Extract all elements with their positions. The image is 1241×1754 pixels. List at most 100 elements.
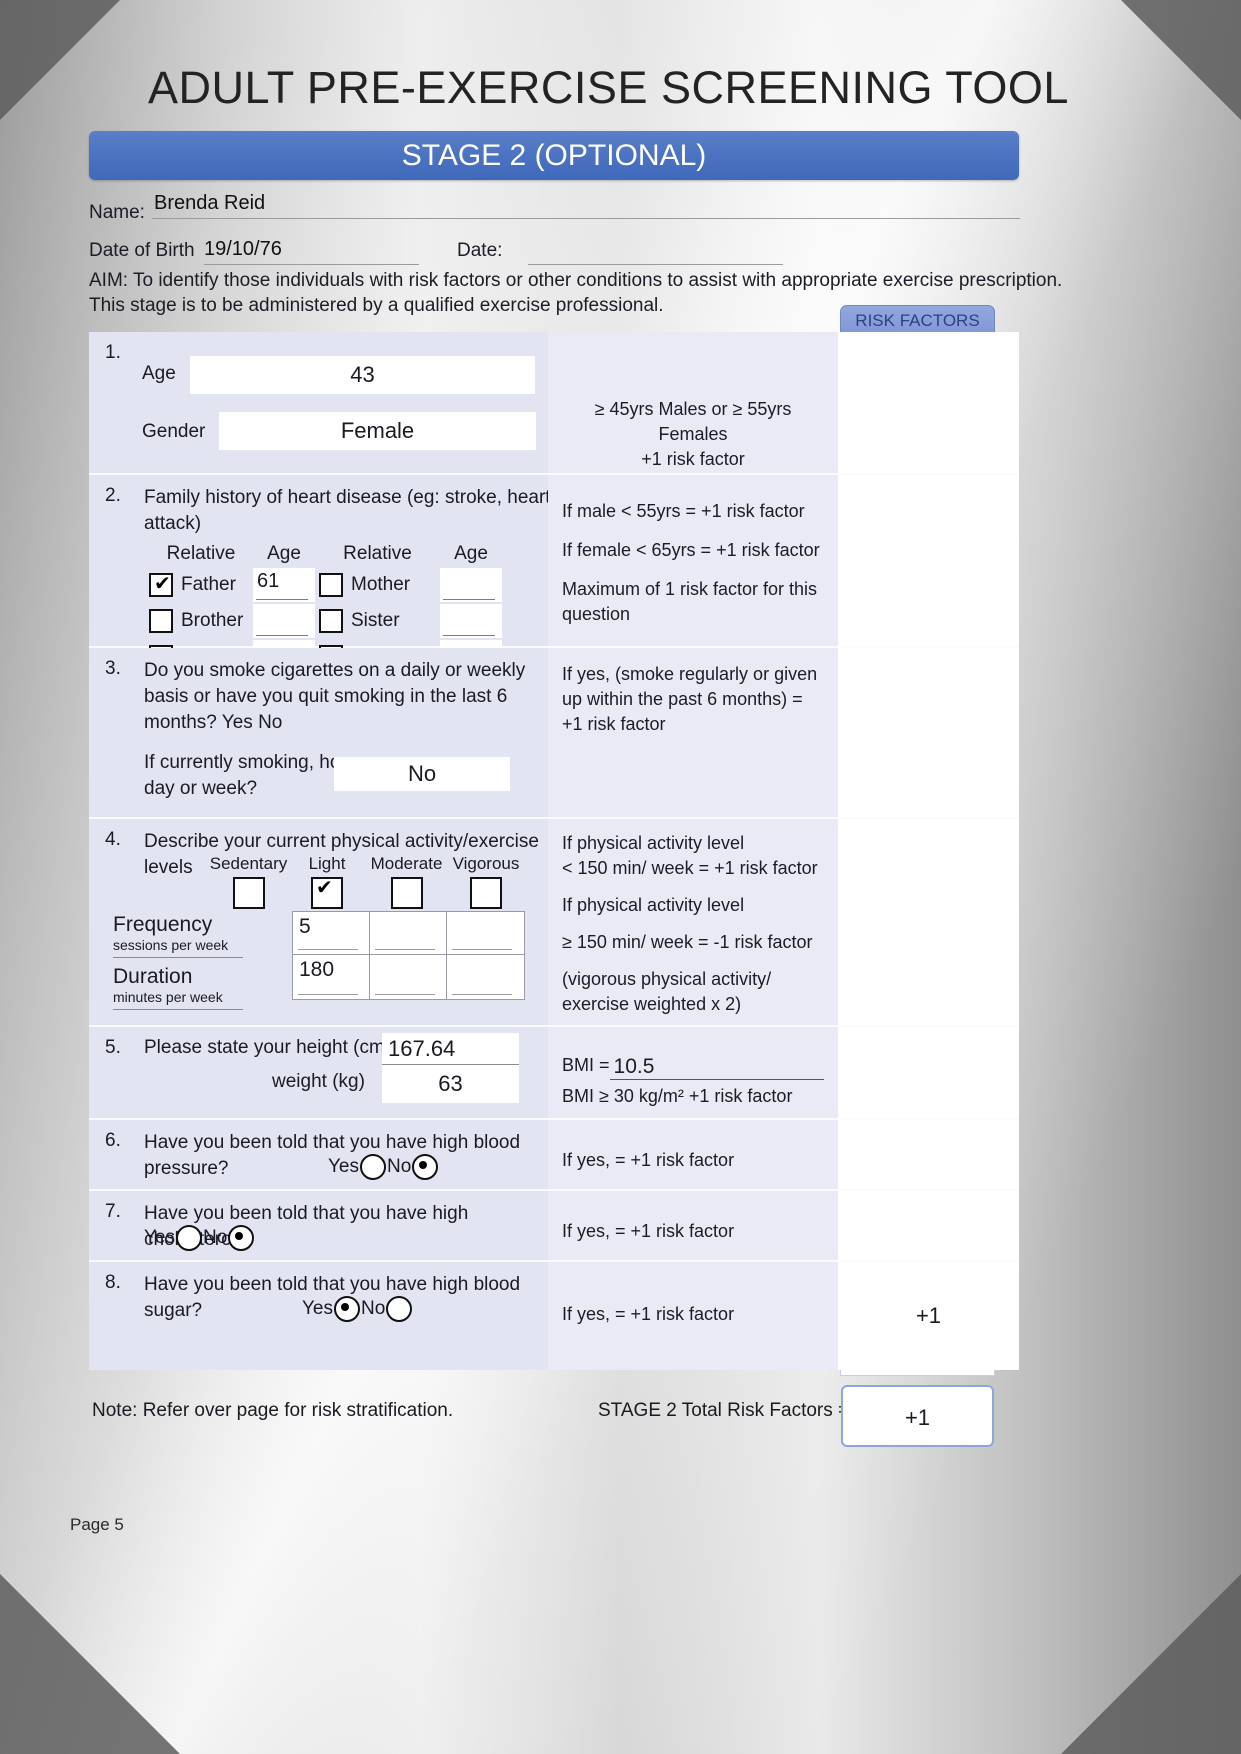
radio-q8-yes[interactable] [334, 1296, 360, 1322]
col-header-relative-left: Relative [166, 543, 236, 564]
question-3-answer-input[interactable]: No [334, 757, 510, 791]
question-4-criteria-5: (vigorous physical activity/ exercise we… [562, 969, 772, 1014]
page-title: ADULT PRE-EXERCISE SCREENING TOOL [148, 62, 1069, 113]
age-label: Age [142, 363, 176, 384]
frequency-value-light[interactable]: 5 [299, 915, 311, 939]
duration-value-light[interactable]: 180 [299, 958, 334, 982]
aim-line-1: AIM: To identify those individuals with … [89, 270, 1063, 291]
checkbox-mother[interactable] [319, 573, 343, 597]
height-input[interactable]: 167.64 [382, 1033, 519, 1065]
frequency-label: Frequency [113, 913, 213, 936]
question-2-risk-cell[interactable] [838, 475, 1019, 646]
question-1-criteria-text: ≥ 45yrs Males or ≥ 55yrs Females +1 risk… [594, 399, 792, 469]
checkbox-moderate[interactable] [390, 877, 423, 909]
activity-level-checkboxes [209, 875, 525, 909]
dob-value[interactable]: 19/10/76 [204, 238, 282, 261]
weight-label: weight (kg) [272, 1071, 365, 1092]
name-rule [152, 218, 1020, 219]
radio-q6-no[interactable] [412, 1154, 439, 1180]
total-risk-value[interactable]: +1 [841, 1385, 994, 1447]
age-input[interactable]: 43 [190, 356, 535, 394]
question-5-risk-cell[interactable] [838, 1027, 1019, 1118]
question-row-4: 4. Describe your current physical activi… [89, 819, 1019, 1027]
risk-factors-header: RISK FACTORS [840, 305, 995, 335]
level-header-vigorous: Vigorous [452, 854, 520, 873]
radio-q7-yes[interactable] [176, 1225, 202, 1251]
question-5-criteria: BMI = 10.5 BMI ≥ 30 kg/m² +1 risk factor [548, 1027, 838, 1118]
date-rule [528, 264, 783, 265]
question-8-number: 8. [105, 1272, 121, 1293]
bmi-value[interactable]: 10.5 [609, 1054, 824, 1080]
col-header-age-right: Age [454, 543, 488, 564]
question-6-answers: Yes No [328, 1154, 439, 1180]
question-1-criteria: ≥ 45yrs Males or ≥ 55yrs Females +1 risk… [548, 332, 838, 473]
question-8-risk-cell[interactable]: +1 [838, 1262, 1019, 1370]
label-brother: Brother [181, 610, 244, 631]
activity-values-table: 5 180 [292, 911, 525, 1000]
duration-sublabel: minutes per week [113, 989, 243, 1010]
gender-label: Gender [142, 421, 206, 442]
question-4-criteria: If physical activity level < 150 min/ we… [548, 819, 838, 1025]
page-number: Page 5 [70, 1515, 124, 1534]
family-row-2: Brother Sister [149, 604, 549, 638]
checkbox-vigorous[interactable] [470, 877, 502, 909]
family-row-1: Father 61 Mother [149, 568, 549, 602]
question-6-number: 6. [105, 1130, 121, 1151]
checkbox-sedentary[interactable] [232, 877, 265, 909]
question-4-content: 4. Describe your current physical activi… [89, 819, 548, 1025]
age-father[interactable]: 61 [257, 570, 279, 593]
question-5-content: 5. Please state your height (cm) weight … [89, 1027, 548, 1118]
weight-input[interactable]: 63 [382, 1065, 519, 1103]
question-4-criteria-4: ≥ 150 min/ week = -1 risk factor [562, 932, 813, 952]
question-row-3: 3. Do you smoke cigarettes on a daily or… [89, 648, 1019, 819]
question-3-text: Do you smoke cigarettes on a daily or we… [144, 660, 526, 733]
form-page: ADULT PRE-EXERCISE SCREENING TOOL STAGE … [0, 0, 1241, 1754]
duration-label-group: Duration minutes per week [113, 965, 243, 1010]
checkbox-brother[interactable] [149, 609, 173, 633]
question-6-risk-cell[interactable] [838, 1120, 1019, 1189]
question-5-criteria-text: BMI ≥ 30 kg/m² +1 risk factor [562, 1086, 793, 1106]
aim-line-2: This stage is to be administered by a qu… [89, 295, 664, 316]
question-row-5: 5. Please state your height (cm) weight … [89, 1027, 1019, 1120]
question-3-number: 3. [105, 658, 121, 679]
level-header-light: Light [308, 854, 346, 873]
checkbox-sister[interactable] [319, 609, 343, 633]
radio-q7-no[interactable] [228, 1225, 255, 1251]
question-1-content: 1. Age 43 Gender Female [89, 332, 548, 473]
question-8-content: 8. Have you been told that you have high… [89, 1262, 548, 1370]
question-7-risk-cell[interactable] [838, 1191, 1019, 1260]
gender-input[interactable]: Female [219, 412, 536, 450]
frequency-label-group: Frequency sessions per week [113, 913, 243, 958]
question-1-number: 1. [105, 342, 121, 363]
question-4-risk-cell[interactable] [838, 819, 1019, 1025]
question-3-risk-cell[interactable] [838, 648, 1019, 817]
checkbox-father[interactable] [149, 571, 173, 597]
question-8-criteria-text: If yes, = +1 risk factor [562, 1304, 735, 1324]
name-value[interactable]: Brenda Reid [154, 192, 265, 215]
question-8-no-label: No [361, 1298, 386, 1319]
question-6-content: 6. Have you been told that you have high… [89, 1120, 548, 1189]
question-7-content: 7. Have you been told that you have high… [89, 1191, 548, 1260]
question-8-risk-value: +1 [915, 1303, 942, 1328]
total-risk-label: STAGE 2 Total Risk Factors = [598, 1400, 850, 1421]
bmi-label: BMI = [562, 1055, 610, 1075]
question-7-criteria: If yes, = +1 risk factor [548, 1191, 838, 1260]
question-2-criteria: If male < 55yrs = +1 risk factor If fema… [548, 475, 838, 646]
aim-text: AIM: To identify those individuals with … [89, 268, 1209, 318]
question-4-criteria-2: < 150 min/ week = +1 risk factor [562, 858, 818, 878]
label-sister: Sister [351, 610, 400, 631]
question-2-criteria-3: Maximum of 1 risk factor for this questi… [562, 579, 818, 624]
question-8-criteria: If yes, = +1 risk factor [548, 1262, 838, 1370]
question-2-criteria-1: If male < 55yrs = +1 risk factor [562, 501, 805, 521]
frequency-values-row: 5 [293, 912, 524, 954]
question-1-risk-cell[interactable] [838, 332, 1019, 473]
question-6-no-label: No [387, 1156, 412, 1177]
question-6-yes-label: Yes [328, 1156, 359, 1177]
duration-values-row: 180 [293, 954, 524, 999]
label-mother: Mother [351, 574, 411, 595]
question-4-number: 4. [105, 829, 121, 850]
checkbox-light[interactable] [311, 875, 343, 909]
radio-q6-yes[interactable] [360, 1154, 386, 1180]
level-header-moderate: Moderate [370, 854, 443, 873]
radio-q8-no[interactable] [386, 1296, 413, 1322]
